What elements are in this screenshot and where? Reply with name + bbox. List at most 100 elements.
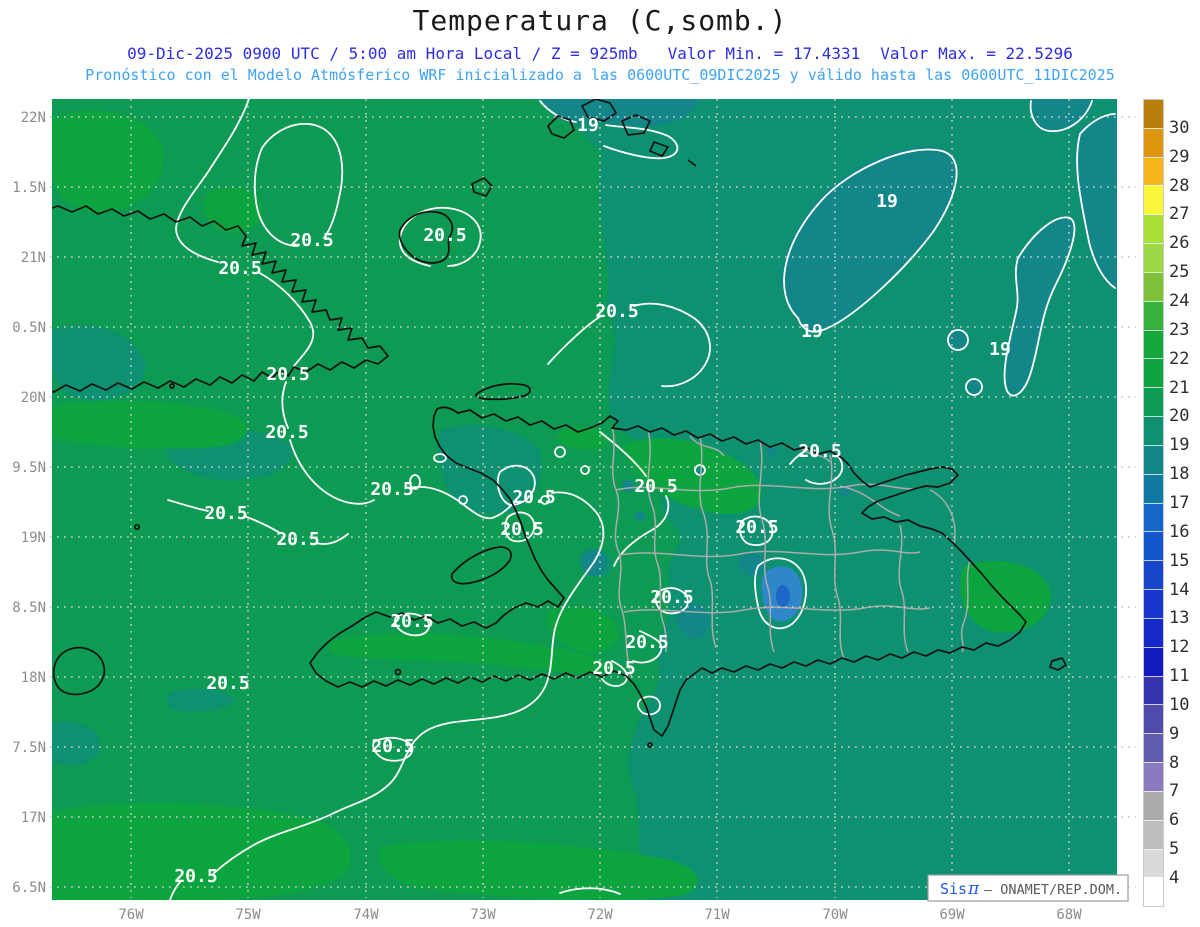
svg-text:19: 19: [577, 115, 599, 136]
colorbar-label: 25: [1169, 262, 1190, 282]
colorbar-segment: [1144, 100, 1163, 128]
lat-axis-label: 9.5N: [12, 460, 46, 476]
colorbar-label: 21: [1169, 378, 1190, 398]
svg-text:20.5: 20.5: [650, 587, 693, 608]
weather-map-page: Temperatura (C,somb.) 09-Dic-2025 0900 U…: [0, 0, 1200, 927]
colorbar-segment: [1144, 819, 1163, 849]
svg-text:20.5: 20.5: [390, 611, 433, 632]
svg-text:20.5: 20.5: [370, 479, 413, 500]
colorbar-label: 15: [1169, 551, 1190, 571]
colorbar-label: 4: [1169, 868, 1180, 888]
lon-axis-label: 76W: [118, 907, 144, 923]
lat-axis-label: 7.5N: [12, 740, 46, 756]
lon-axis-label: 74W: [353, 907, 379, 923]
watermark-onamet: – ONAMET/REP.DOM.: [984, 882, 1122, 898]
svg-text:20.5: 20.5: [500, 519, 543, 540]
colorbar-segment: [1144, 733, 1163, 763]
lon-axis-label: 71W: [704, 907, 730, 923]
colorbar-label: 18: [1169, 464, 1190, 484]
colorbar-segment: [1144, 531, 1163, 561]
colorbar-label: 26: [1169, 233, 1190, 253]
svg-text:19: 19: [876, 191, 898, 212]
lat-axis-label: 8.5N: [12, 600, 46, 616]
svg-text:20.5: 20.5: [592, 658, 635, 679]
lon-axis-label: 75W: [235, 907, 261, 923]
lat-axis: 22N 1.5N 21N 0.5N 20N 9.5N 19N 8.5N 18N …: [12, 110, 46, 896]
lat-axis-label: 22N: [21, 110, 46, 126]
colorbar-label: 20: [1169, 406, 1190, 426]
lat-axis-label: 18N: [21, 670, 46, 686]
lat-axis-label: 21N: [21, 250, 46, 266]
lon-axis: 76W 75W 74W 73W 72W 71W 70W 69W 68W: [118, 907, 1082, 923]
colorbar-label: 10: [1169, 695, 1190, 715]
colorbar-label: 23: [1169, 320, 1190, 340]
colorbar-segment: [1144, 444, 1163, 474]
lon-axis-label: 72W: [587, 907, 613, 923]
colorbar-label: 11: [1169, 666, 1190, 686]
colorbar-label: 14: [1169, 580, 1190, 600]
lat-axis-label: 6.5N: [12, 880, 46, 896]
colorbar-segment: [1144, 387, 1163, 417]
colorbar-label: 12: [1169, 637, 1190, 657]
svg-text:19: 19: [989, 339, 1011, 360]
colorbar-segment: [1144, 329, 1163, 359]
colorbar-label: 29: [1169, 147, 1190, 167]
colorbar-segment: [1144, 646, 1163, 676]
lon-axis-label: 68W: [1056, 907, 1082, 923]
colorbar-segment: [1144, 617, 1163, 647]
lat-axis-label: 0.5N: [12, 320, 46, 336]
colorbar-segment: [1144, 502, 1163, 532]
colorbar-segment: [1144, 127, 1163, 157]
colorbar-segment: [1144, 877, 1163, 907]
colorbar-label: 8: [1169, 753, 1180, 773]
colorbar-label: 7: [1169, 781, 1180, 801]
colorbar-label: 9: [1169, 724, 1180, 744]
colorbar-segment: [1144, 589, 1163, 618]
svg-text:20.5: 20.5: [625, 632, 668, 653]
svg-text:20.5: 20.5: [735, 517, 778, 538]
svg-text:20.5: 20.5: [290, 230, 333, 251]
svg-text:20.5: 20.5: [206, 673, 249, 694]
colorbar-segment: [1144, 243, 1163, 272]
colorbar-segment: [1144, 762, 1163, 791]
colorbar-label: 5: [1169, 839, 1180, 859]
lat-axis-label: 19N: [21, 530, 46, 546]
colorbar-segment: [1144, 848, 1163, 878]
svg-text:20.5: 20.5: [276, 529, 319, 550]
colorbar-segment: [1144, 473, 1163, 503]
svg-text:20.5: 20.5: [634, 476, 677, 497]
colorbar-label: 22: [1169, 349, 1190, 369]
lon-axis-label: 69W: [939, 907, 965, 923]
watermark-pi-icon: π: [967, 879, 980, 899]
svg-text:20.5: 20.5: [595, 301, 638, 322]
colorbar-segment: [1144, 704, 1163, 734]
svg-text:20.5: 20.5: [204, 503, 247, 524]
svg-text:20.5: 20.5: [798, 441, 841, 462]
colorbar-label: 16: [1169, 522, 1190, 542]
colorbar-label: 27: [1169, 204, 1190, 224]
colorbar-segment: [1144, 358, 1163, 388]
colorbar-label: 24: [1169, 291, 1190, 311]
colorbar-segment: [1144, 416, 1163, 445]
colorbar-segment: [1144, 560, 1163, 590]
colorbar-label: 28: [1169, 176, 1190, 196]
colorbar-segment: [1144, 185, 1163, 215]
colorbar-segment: [1144, 214, 1163, 244]
colorbar-label: 30: [1169, 118, 1190, 138]
svg-text:20.5: 20.5: [423, 225, 466, 246]
watermark: Sis π – ONAMET/REP.DOM.: [927, 874, 1129, 902]
colorbar-label: 19: [1169, 435, 1190, 455]
svg-text:20.5: 20.5: [218, 258, 261, 279]
lat-axis-label: 20N: [21, 390, 46, 406]
svg-text:20.5: 20.5: [265, 422, 308, 443]
colorbar-label: 17: [1169, 493, 1190, 513]
colorbar-segment: [1144, 271, 1163, 301]
watermark-sis: Sis: [940, 880, 967, 898]
lon-axis-label: 73W: [470, 907, 496, 923]
colorbar-segment: [1144, 156, 1163, 186]
colorbar-label: 13: [1169, 608, 1190, 628]
map-canvas: 20.5 20.5 20.5 20.5 20.5 20.5 20.5 20.5 …: [12, 99, 1136, 923]
colorbar: [1143, 99, 1164, 907]
svg-text:20.5: 20.5: [512, 487, 555, 508]
colorbar-label: 6: [1169, 810, 1180, 830]
